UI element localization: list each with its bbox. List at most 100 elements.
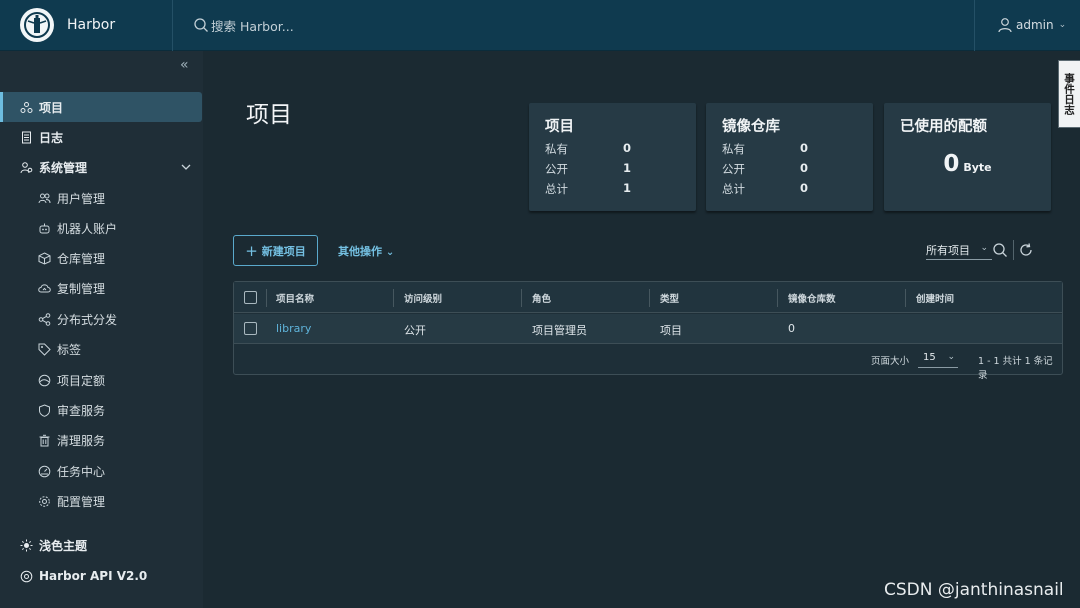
table-row: library 公开 项目管理员 项目 0 <box>234 314 1062 344</box>
page-size-label: 页面大小 <box>871 356 910 367</box>
shield-icon <box>39 403 50 417</box>
row-value: 0 <box>800 181 809 195</box>
chevron-down-icon: ⌄ <box>947 352 955 362</box>
event-log-tab[interactable]: 事件日志 <box>1058 60 1080 128</box>
sidebar-item-distribution[interactable]: 分布式分发 <box>0 304 203 334</box>
sidebar-item-admin[interactable]: 系统管理 <box>0 152 203 182</box>
user-icon <box>998 18 1012 33</box>
select-all-checkbox[interactable] <box>244 291 257 304</box>
toolbar-divider <box>1013 240 1014 260</box>
project-name-link[interactable]: library <box>276 322 311 335</box>
row-label: 公开 <box>545 162 568 176</box>
row-label: 总计 <box>545 182 568 196</box>
sidebar-item-replication[interactable]: 复制管理 <box>0 273 203 303</box>
card-row: 私有 0 <box>722 141 822 157</box>
sidebar-item-jobs[interactable]: 任务中心 <box>0 456 203 486</box>
api-icon <box>20 570 33 582</box>
replication-icon <box>38 283 51 292</box>
top-header: Harbor 搜索 Harbor... admin ⌄ <box>0 0 1080 51</box>
global-search[interactable]: 搜索 Harbor... <box>173 0 974 51</box>
column-header[interactable]: 项目名称 <box>276 291 314 305</box>
sidebar-item-label: 浅色主题 <box>39 538 88 553</box>
sidebar-item-label: 任务中心 <box>57 464 106 479</box>
row-checkbox[interactable] <box>244 322 257 335</box>
row-label: 私有 <box>545 142 568 156</box>
column-divider <box>393 289 394 307</box>
brand[interactable]: Harbor <box>0 0 173 51</box>
refresh-icon[interactable] <box>1018 242 1034 258</box>
plus-icon: + <box>245 241 258 260</box>
row-value: 0 <box>800 161 809 175</box>
sidebar: « 项目 日志 系统管理 用户管理 机器人账户 仓库管理 复制管理 分布式分发 … <box>0 51 203 608</box>
repo-count: 0 <box>788 322 795 335</box>
sun-icon <box>20 539 33 551</box>
new-project-button[interactable]: + 新建项目 <box>233 235 318 266</box>
column-divider <box>777 289 778 307</box>
sidebar-item-label: Harbor API V2.0 <box>39 569 148 583</box>
api-link[interactable]: Harbor API V2.0 <box>0 561 203 591</box>
other-actions-button[interactable]: 其他操作 ⌄ <box>338 243 394 259</box>
sidebar-item-robot[interactable]: 机器人账户 <box>0 213 203 243</box>
sidebar-item-label: 分布式分发 <box>57 312 118 327</box>
quota-value: 0 Byte <box>884 151 1051 177</box>
filter-value: 所有项目 <box>926 244 970 257</box>
row-value: 1 <box>623 161 632 175</box>
brand-name: Harbor <box>67 17 116 33</box>
row-label: 公开 <box>722 162 745 176</box>
project-filter-select[interactable]: 所有项目 ⌄ <box>926 242 992 260</box>
user-name: admin <box>1016 18 1054 32</box>
button-label: 新建项目 <box>261 244 306 258</box>
sidebar-item-config[interactable]: 配置管理 <box>0 486 203 516</box>
trash-icon <box>39 434 50 446</box>
projects-icon <box>20 101 33 113</box>
sidebar-item-label: 用户管理 <box>57 191 106 206</box>
collapse-sidebar-icon[interactable]: « <box>180 57 189 73</box>
sidebar-item-registry[interactable]: 仓库管理 <box>0 243 203 273</box>
page-size-select[interactable]: 15 ⌄ <box>918 350 958 368</box>
search-icon <box>194 18 208 32</box>
column-divider <box>649 289 650 307</box>
sidebar-item-users[interactable]: 用户管理 <box>0 183 203 213</box>
column-header[interactable]: 创建时间 <box>916 291 954 305</box>
search-input[interactable]: 搜索 Harbor... <box>211 16 294 35</box>
column-header[interactable]: 角色 <box>532 291 551 305</box>
sidebar-item-quota[interactable]: 项目定额 <box>0 365 203 395</box>
sidebar-item-cleanup[interactable]: 清理服务 <box>0 425 203 455</box>
sidebar-item-projects[interactable]: 项目 <box>0 92 202 122</box>
card-title: 镜像仓库 <box>722 119 780 135</box>
sidebar-item-label: 机器人账户 <box>57 221 118 236</box>
sidebar-item-label: 项目 <box>39 100 64 115</box>
pagination-summary: 1 - 1 共计 1 条记录 <box>978 356 1053 381</box>
sidebar-item-label: 项目定额 <box>57 373 106 388</box>
row-value: 0 <box>800 141 809 155</box>
column-header[interactable]: 访问级别 <box>404 291 442 305</box>
quota-summary-card: 已使用的配额 0 Byte <box>884 103 1051 211</box>
sidebar-item-logs[interactable]: 日志 <box>0 122 203 152</box>
watermark: CSDN @janthinasnail <box>884 580 1064 600</box>
card-row: 私有 0 <box>545 141 645 157</box>
harbor-logo-icon <box>20 8 54 42</box>
sidebar-item-label: 审查服务 <box>57 403 106 418</box>
gear-icon <box>39 495 50 507</box>
row-value: 0 <box>623 141 632 155</box>
column-header[interactable]: 类型 <box>660 291 679 305</box>
user-menu[interactable]: admin ⌄ <box>974 0 1080 51</box>
chevron-down-icon: ⌄ <box>1058 20 1067 30</box>
column-divider <box>905 289 906 307</box>
column-divider <box>266 289 267 307</box>
search-icon[interactable] <box>992 242 1008 258</box>
sidebar-item-labels[interactable]: 标签 <box>0 334 203 364</box>
sidebar-item-scanners[interactable]: 审查服务 <box>0 395 203 425</box>
sidebar-item-label: 复制管理 <box>57 281 106 296</box>
registry-icon <box>38 251 51 265</box>
admin-icon <box>20 161 33 173</box>
button-label: 其他操作 <box>338 245 382 258</box>
sidebar-item-label: 清理服务 <box>57 433 106 448</box>
column-header[interactable]: 镜像仓库数 <box>788 291 836 305</box>
theme-toggle[interactable]: 浅色主题 <box>0 530 203 560</box>
chevron-down-icon <box>181 164 191 170</box>
logs-icon <box>22 131 31 143</box>
access-level: 公开 <box>404 324 426 337</box>
card-row: 总计 1 <box>545 181 645 197</box>
projects-table: 项目名称 访问级别 角色 类型 镜像仓库数 创建时间 library 公开 项目… <box>233 281 1063 381</box>
